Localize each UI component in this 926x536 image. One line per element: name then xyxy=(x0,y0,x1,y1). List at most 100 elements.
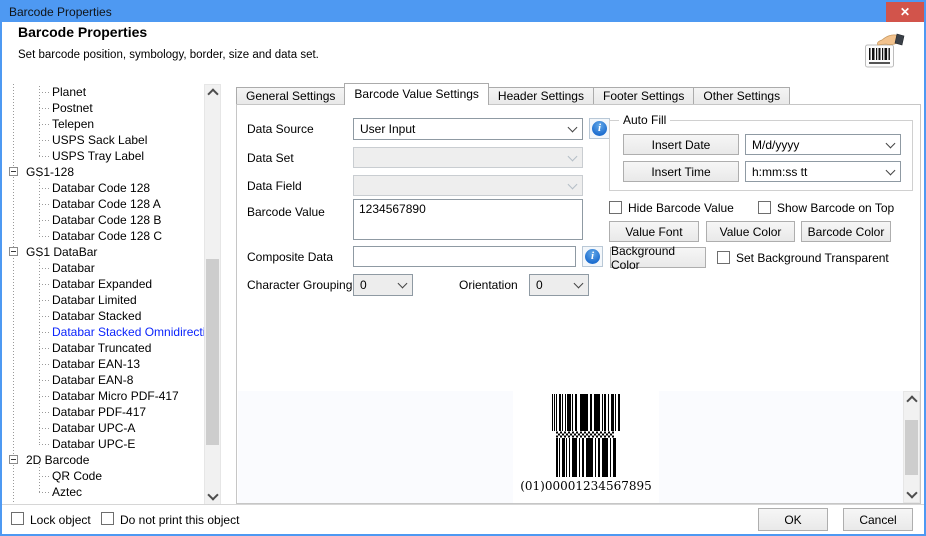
tree-group-label: GS1-128 xyxy=(26,165,75,179)
preview-scrollbar-thumb[interactable] xyxy=(905,420,918,475)
tree-item-postnet[interactable]: Postnet xyxy=(6,100,204,116)
tree-item-databar-expanded[interactable]: Databar Expanded xyxy=(6,276,204,292)
collapse-icon[interactable] xyxy=(9,455,18,464)
barcode-type-tree: Planet Postnet Telepen USPS Sack Label USPS … xyxy=(6,84,204,505)
show-barcode-on-top-label: Show Barcode on Top xyxy=(777,201,895,215)
tree-item-usps-sack-label[interactable]: USPS Sack Label xyxy=(6,132,204,148)
preview-scroll-up-icon[interactable] xyxy=(904,392,919,407)
data-field-combo xyxy=(353,175,583,196)
do-not-print-label: Do not print this object xyxy=(120,513,240,527)
tab-other-settings[interactable]: Other Settings xyxy=(693,87,791,105)
tree-item-telepen[interactable]: Telepen xyxy=(6,116,204,132)
tree-item-databar-truncated[interactable]: Databar Truncated xyxy=(6,340,204,356)
value-font-button[interactable]: Value Font xyxy=(609,221,699,242)
barcode-value-settings-page: Data Source User Input i Data Set Data F… xyxy=(236,104,921,504)
title-bar[interactable]: Barcode Properties xyxy=(2,2,924,22)
tree-group-label: 2D Barcode xyxy=(26,453,90,467)
tree-item-databar-code-128[interactable]: Databar Code 128 xyxy=(6,180,204,196)
tree-item-databar-code-128-b[interactable]: Databar Code 128 B xyxy=(6,212,204,228)
time-format-combo[interactable]: h:mm:ss tt xyxy=(745,161,901,182)
background-color-button[interactable]: Background Color xyxy=(610,244,706,272)
tab-header-settings[interactable]: Header Settings xyxy=(487,87,594,105)
composite-data-label: Composite Data xyxy=(247,250,334,264)
tree-item-label: Databar Code 128 xyxy=(52,181,151,195)
tree-item-label: Databar Code 128 C xyxy=(52,229,163,243)
tree-item-label: Postnet xyxy=(52,101,93,115)
collapse-icon[interactable] xyxy=(9,167,18,176)
character-grouping-combo[interactable]: 0 xyxy=(353,274,413,296)
chevron-down-icon xyxy=(885,138,896,148)
info-icon: i xyxy=(592,121,607,136)
preview-scrollbar[interactable] xyxy=(903,391,920,503)
do-not-print-checkbox[interactable] xyxy=(101,512,114,525)
tree-item-databar-pdf-417[interactable]: Databar PDF-417 xyxy=(6,404,204,420)
tree-scrollbar-thumb[interactable] xyxy=(206,259,219,445)
hide-barcode-value-checkbox[interactable] xyxy=(609,201,622,214)
tree-scroll-up-icon[interactable] xyxy=(205,85,220,100)
tree-scroll-down-icon[interactable] xyxy=(205,489,220,504)
tree-item-databar-stacked[interactable]: Databar Stacked xyxy=(6,308,204,324)
tree-scrollbar[interactable] xyxy=(204,84,221,505)
date-format-combo[interactable]: M/d/yyyy xyxy=(745,134,901,155)
info-icon: i xyxy=(585,249,600,264)
tree-item-label: Databar Stacked xyxy=(52,309,142,323)
tree-item-planet[interactable]: Planet xyxy=(6,84,204,100)
preview-scroll-down-icon[interactable] xyxy=(904,487,919,502)
auto-fill-group: Auto Fill Insert Date M/d/yyyy Insert Ti… xyxy=(609,113,913,191)
lock-object-checkbox[interactable] xyxy=(11,512,24,525)
tree-item-databar-limited[interactable]: Databar Limited xyxy=(6,292,204,308)
auto-fill-title: Auto Fill xyxy=(619,113,671,127)
composite-data-input[interactable] xyxy=(353,246,576,267)
cancel-button[interactable]: Cancel xyxy=(843,508,913,531)
tree-item-databar-micro-pdf-417[interactable]: Databar Micro PDF-417 xyxy=(6,388,204,404)
tree-group-2d-barcode[interactable]: 2D Barcode xyxy=(6,452,204,468)
tree-item-label: Databar UPC-E xyxy=(52,437,136,451)
set-background-transparent-checkbox[interactable] xyxy=(717,251,730,264)
insert-date-button[interactable]: Insert Date xyxy=(623,134,739,155)
close-icon: ✕ xyxy=(899,5,911,19)
tree-item-databar-ean-8[interactable]: Databar EAN-8 xyxy=(6,372,204,388)
barcode-properties-dialog: Barcode Properties ✕ Barcode Properties … xyxy=(0,0,926,536)
tree-item-label: USPS Sack Label xyxy=(52,133,148,147)
barcode-preview-area: (01)00001234567895 xyxy=(238,391,920,503)
tree-item-aztec[interactable]: Aztec xyxy=(6,484,204,500)
tree-group-label: GS1 DataBar xyxy=(26,245,98,259)
tab-footer-settings[interactable]: Footer Settings xyxy=(592,87,695,105)
tree-item-databar-code-128-c[interactable]: Databar Code 128 C xyxy=(6,228,204,244)
tree-item-label: Databar Code 128 A xyxy=(52,197,161,211)
tree-item-label: QR Code xyxy=(52,469,103,483)
tree-item-databar-ean-13[interactable]: Databar EAN-13 xyxy=(6,356,204,372)
show-barcode-on-top-checkbox[interactable] xyxy=(758,201,771,214)
tree-item-databar-stacked-omnidirectional[interactable]: Databar Stacked Omnidirectional xyxy=(6,324,204,340)
composite-data-info-button[interactable]: i xyxy=(582,246,603,267)
tab-general-settings[interactable]: General Settings xyxy=(236,87,346,105)
tree-group-gs1-databar[interactable]: GS1 DataBar xyxy=(6,244,204,260)
value-color-button[interactable]: Value Color xyxy=(706,221,795,242)
data-source-info-button[interactable]: i xyxy=(589,118,610,139)
tree-item-databar[interactable]: Databar xyxy=(6,260,204,276)
tree-item-qr-code[interactable]: QR Code xyxy=(6,468,204,484)
tree-item-label: Planet xyxy=(52,85,87,99)
tree-item-label: Databar Code 128 B xyxy=(52,213,162,227)
tree-item-databar-upc-e[interactable]: Databar UPC-E xyxy=(6,436,204,452)
tree-item-databar-upc-a[interactable]: Databar UPC-A xyxy=(6,420,204,436)
close-button[interactable]: ✕ xyxy=(886,2,924,22)
ok-button[interactable]: OK xyxy=(758,508,828,531)
tree-item-label: Databar Expanded xyxy=(52,277,153,291)
chevron-down-icon xyxy=(567,151,578,161)
data-source-combo[interactable]: User Input xyxy=(353,118,583,140)
collapse-icon[interactable] xyxy=(9,247,18,256)
tree-group-gs1-128[interactable]: GS1-128 xyxy=(6,164,204,180)
insert-time-button[interactable]: Insert Time xyxy=(623,161,739,182)
tree-item-label: Databar Micro PDF-417 xyxy=(52,389,179,403)
tree-item-databar-code-128-a[interactable]: Databar Code 128 A xyxy=(6,196,204,212)
orientation-label: Orientation xyxy=(459,278,518,292)
barcode-value-input[interactable]: 1234567890 xyxy=(353,199,583,240)
barcode-color-button[interactable]: Barcode Color xyxy=(801,221,891,242)
chevron-down-icon xyxy=(573,278,584,289)
window-title: Barcode Properties xyxy=(9,5,112,19)
orientation-combo[interactable]: 0 xyxy=(529,274,589,296)
tree-item-label: USPS Tray Label xyxy=(52,149,145,163)
tree-item-usps-tray-label[interactable]: USPS Tray Label xyxy=(6,148,204,164)
tab-barcode-value-settings[interactable]: Barcode Value Settings xyxy=(344,83,489,105)
